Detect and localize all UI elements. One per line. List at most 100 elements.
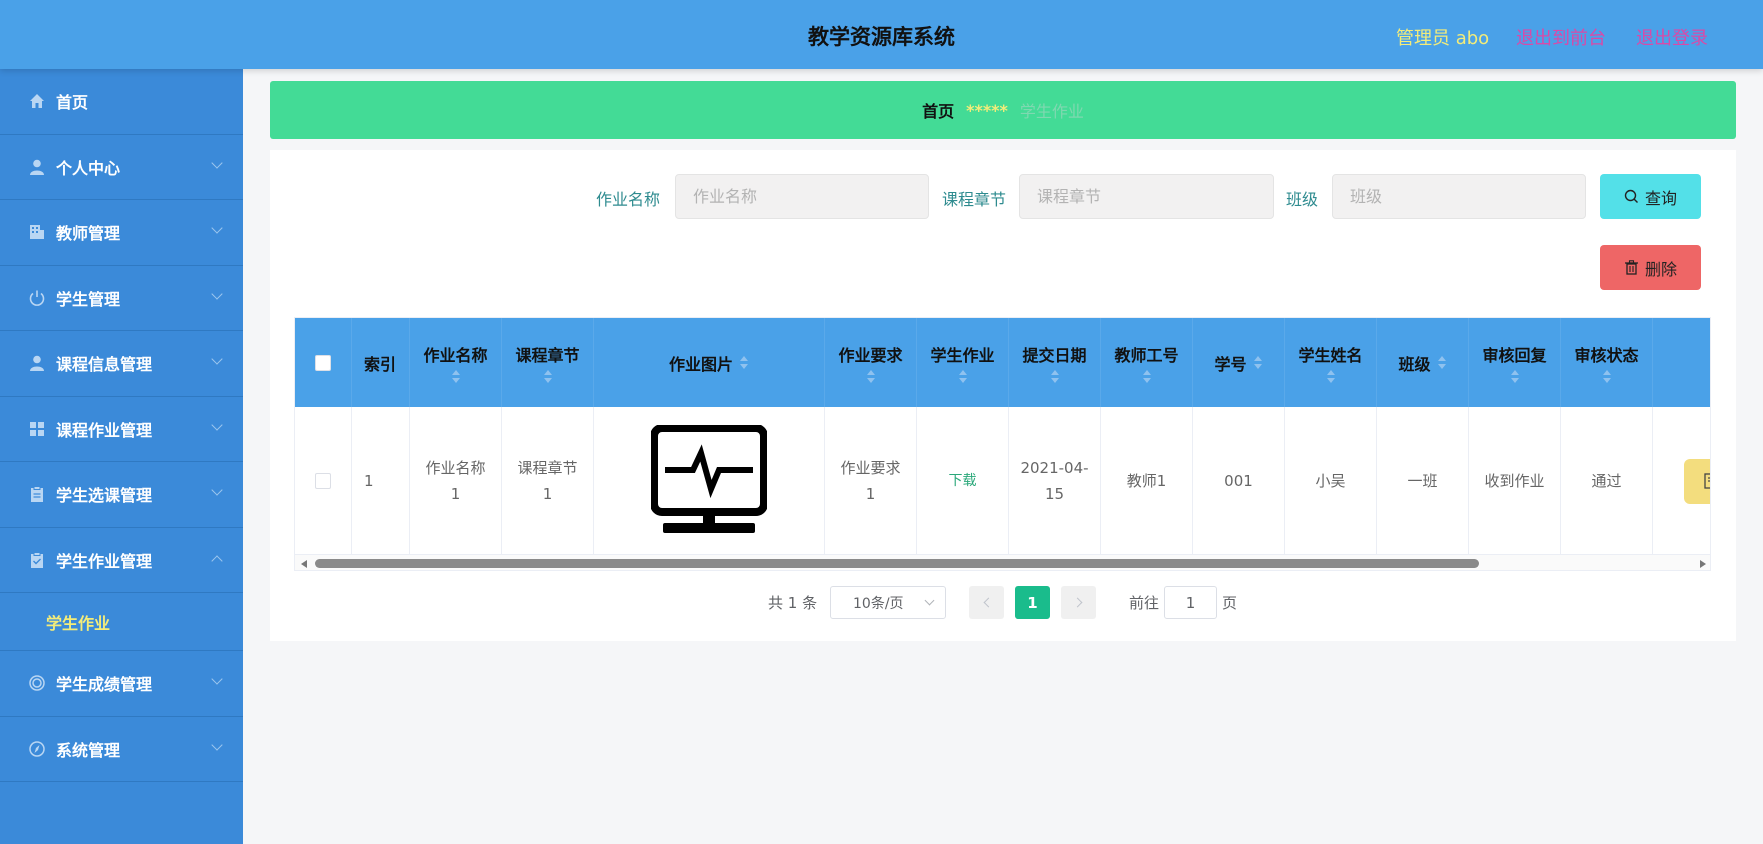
header-student-homework[interactable]: 学生作业 bbox=[917, 318, 1009, 407]
header-image[interactable]: 作业图片 bbox=[594, 318, 825, 407]
sort-icon[interactable] bbox=[1326, 369, 1336, 384]
sidebar-item-label: 学生选课管理 bbox=[56, 486, 153, 506]
header-requirement[interactable]: 作业要求 bbox=[825, 318, 917, 407]
header-class-label: 班级 bbox=[1398, 354, 1431, 374]
app-title: 教学资源库系统 bbox=[808, 25, 955, 49]
header-select-all[interactable] bbox=[295, 318, 352, 407]
header-chapter[interactable]: 课程章节 bbox=[502, 318, 594, 407]
header-name-label: 作业名称 bbox=[423, 345, 488, 365]
trash-icon bbox=[1624, 260, 1638, 275]
sort-icon[interactable] bbox=[1510, 369, 1520, 384]
chevron-down-icon bbox=[211, 156, 223, 169]
delete-button[interactable]: 删除 bbox=[1600, 245, 1701, 290]
sort-icon[interactable] bbox=[1437, 355, 1447, 370]
sort-icon[interactable] bbox=[1253, 355, 1263, 370]
header-image-label: 作业图片 bbox=[668, 354, 733, 374]
sidebar-item-course-info[interactable]: 课程信息管理 bbox=[0, 331, 243, 397]
cell-student-name: 小吴 bbox=[1285, 407, 1377, 554]
sidebar-item-label: 首页 bbox=[56, 93, 89, 113]
sort-icon[interactable] bbox=[739, 355, 749, 370]
goto-label: 前往 bbox=[1129, 594, 1160, 612]
next-page-button[interactable] bbox=[1061, 586, 1096, 619]
clipboard-icon bbox=[28, 485, 46, 503]
row-checkbox[interactable] bbox=[315, 472, 331, 489]
cell-requirement: 作业要求1 bbox=[825, 407, 917, 554]
delete-button-label: 删除 bbox=[1644, 261, 1677, 279]
search-icon bbox=[1624, 189, 1638, 203]
sidebar-item-label: 学生作业管理 bbox=[56, 551, 153, 571]
sort-icon[interactable] bbox=[866, 369, 876, 384]
prev-page-button[interactable] bbox=[969, 586, 1004, 619]
sort-icon[interactable] bbox=[543, 369, 553, 384]
class-input[interactable] bbox=[1332, 174, 1586, 219]
scrollbar-thumb[interactable] bbox=[315, 559, 1479, 568]
table-row: 1 作业名称1 课程章节1 作业要求1 下载 2021-04-15 教师1 00… bbox=[295, 407, 1710, 554]
chevron-up-icon bbox=[211, 554, 223, 567]
page-number-current[interactable]: 1 bbox=[1015, 586, 1050, 619]
admin-name: 管理员 abo bbox=[1396, 28, 1490, 49]
sort-icon[interactable] bbox=[1050, 369, 1060, 384]
chevron-down-icon bbox=[211, 484, 223, 496]
chevron-down-icon bbox=[211, 222, 223, 234]
sidebar-item-label: 学生成绩管理 bbox=[56, 675, 153, 695]
homework-name-input[interactable] bbox=[675, 174, 929, 219]
breadcrumb: 首页 ***** 学生作业 bbox=[270, 81, 1736, 139]
sidebar-item-label: 系统管理 bbox=[56, 740, 121, 760]
query-button[interactable]: 查询 bbox=[1600, 174, 1701, 219]
chevron-right-icon bbox=[1072, 597, 1082, 608]
header-submit-date[interactable]: 提交日期 bbox=[1009, 318, 1101, 407]
sort-icon[interactable] bbox=[958, 369, 968, 384]
sort-icon[interactable] bbox=[1142, 369, 1152, 384]
header-student-name[interactable]: 学生姓名 bbox=[1285, 318, 1377, 407]
page-size-select[interactable]: 10条/页 bbox=[830, 586, 946, 619]
horizontal-scrollbar[interactable] bbox=[295, 554, 1710, 570]
select-all-checkbox[interactable] bbox=[315, 354, 331, 371]
sidebar-subitem-student-homework[interactable]: 学生作业 bbox=[0, 593, 243, 651]
header-student-homework-label: 学生作业 bbox=[930, 345, 995, 365]
scroll-left-icon[interactable] bbox=[301, 560, 307, 568]
chapter-input[interactable] bbox=[1019, 174, 1274, 219]
chevron-left-icon bbox=[983, 597, 993, 608]
sidebar-item-grades[interactable]: 学生成绩管理 bbox=[0, 651, 243, 717]
sort-icon[interactable] bbox=[1602, 369, 1612, 384]
sidebar-item-label: 课程信息管理 bbox=[56, 355, 153, 375]
sidebar-item-personal[interactable]: 个人中心 bbox=[0, 135, 243, 200]
header-teacher-id[interactable]: 教师工号 bbox=[1101, 318, 1193, 407]
sidebar-item-course-selection[interactable]: 学生选课管理 bbox=[0, 462, 243, 528]
cell-image bbox=[594, 407, 825, 554]
sidebar-item-system[interactable]: 系统管理 bbox=[0, 717, 243, 782]
header-student-id[interactable]: 学号 bbox=[1193, 318, 1285, 407]
sidebar-item-label: 学生管理 bbox=[56, 289, 121, 309]
user-icon bbox=[28, 354, 46, 372]
logout-link[interactable]: 退出登录 bbox=[1636, 24, 1708, 50]
scroll-right-icon[interactable] bbox=[1700, 560, 1706, 568]
row-select-cell[interactable] bbox=[295, 407, 352, 554]
header-name[interactable]: 作业名称 bbox=[410, 318, 502, 407]
header-class[interactable]: 班级 bbox=[1377, 318, 1469, 407]
exit-to-front-link[interactable]: 退出到前台 bbox=[1516, 24, 1606, 50]
header-submit-date-label: 提交日期 bbox=[1022, 345, 1087, 365]
detail-button[interactable] bbox=[1684, 459, 1710, 504]
header-chapter-label: 课程章节 bbox=[515, 345, 580, 365]
cell-student-homework: 下载 bbox=[917, 407, 1009, 554]
sidebar-item-home[interactable]: 首页 bbox=[0, 69, 243, 135]
header-review-reply[interactable]: 审核回复 bbox=[1469, 318, 1561, 407]
breadcrumb-current: 学生作业 bbox=[1019, 102, 1084, 121]
download-link[interactable]: 下载 bbox=[949, 468, 977, 494]
compass-icon bbox=[28, 740, 46, 758]
breadcrumb-home[interactable]: 首页 bbox=[922, 98, 954, 122]
goto-page-input[interactable] bbox=[1164, 586, 1217, 619]
table-header: 索引 作业名称 课程章节 作业图片 作业要求 学生作业 提交日期 教师工号 学号… bbox=[295, 318, 1710, 407]
sidebar-item-student[interactable]: 学生管理 bbox=[0, 266, 243, 331]
cell-review-status: 通过 bbox=[1561, 407, 1653, 554]
search-label-chapter: 课程章节 bbox=[942, 190, 1007, 209]
sidebar-item-teacher[interactable]: 教师管理 bbox=[0, 200, 243, 266]
sort-icon[interactable] bbox=[451, 369, 461, 384]
sidebar-item-label: 课程作业管理 bbox=[56, 420, 153, 440]
sidebar-item-student-homework[interactable]: 学生作业管理 bbox=[0, 528, 243, 593]
cell-submit-date: 2021-04-15 bbox=[1009, 407, 1101, 554]
user-icon bbox=[28, 158, 46, 176]
header-review-status[interactable]: 审核状态 bbox=[1561, 318, 1653, 407]
monitor-heartbeat-icon[interactable] bbox=[651, 424, 767, 537]
sidebar-item-course-homework[interactable]: 课程作业管理 bbox=[0, 397, 243, 462]
